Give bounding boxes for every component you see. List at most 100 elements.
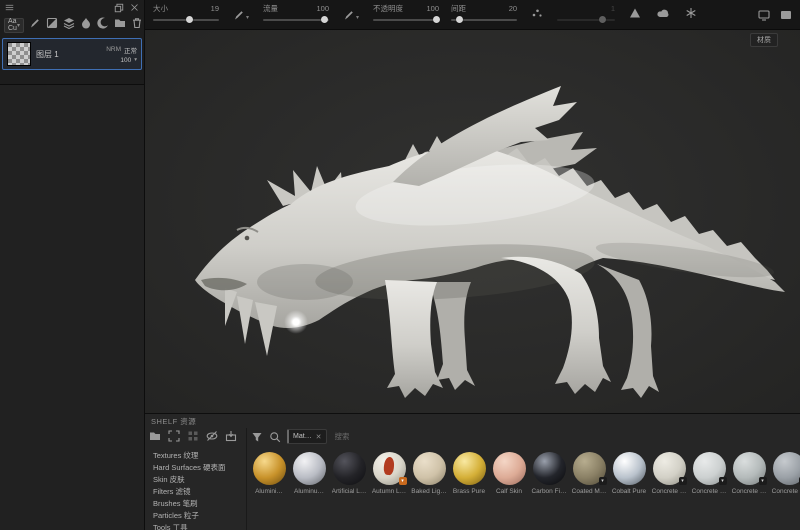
scatter-dots-button[interactable] xyxy=(529,4,545,26)
param-slider[interactable] xyxy=(557,16,616,24)
panel-icon[interactable] xyxy=(780,9,792,21)
param-slider[interactable] xyxy=(451,16,518,24)
layer-thumbnail[interactable] xyxy=(7,42,31,66)
material-item[interactable]: ▾ Coated M… xyxy=(569,452,609,495)
category-filters[interactable]: Filters 滤镜 xyxy=(153,487,226,498)
material-item[interactable]: Cobalt Pure xyxy=(609,452,649,495)
material-name: Concrete … xyxy=(651,488,687,495)
material-name: Concrete … xyxy=(691,488,727,495)
menu-icon[interactable] xyxy=(5,3,14,12)
material-item[interactable]: Artificial L… xyxy=(329,452,369,495)
search-icon[interactable] xyxy=(269,431,281,443)
material-thumbnail[interactable]: ▾ xyxy=(692,452,727,485)
category-textures[interactable]: Textures 纹理 xyxy=(153,451,226,462)
layers-button[interactable] xyxy=(63,16,75,34)
material-thumbnail[interactable] xyxy=(252,452,286,485)
material-thumbnail[interactable] xyxy=(492,452,526,485)
pen-button[interactable] xyxy=(29,16,41,34)
eye-slash-icon[interactable] xyxy=(206,430,218,442)
material-item[interactable]: ▾ Concrete … xyxy=(769,452,800,495)
folder-button[interactable] xyxy=(114,16,126,34)
warning-triangle-button[interactable] xyxy=(627,4,643,26)
pressure-pen-button[interactable]: ▾ xyxy=(231,7,251,23)
dragon-model[interactable] xyxy=(145,30,800,413)
moon-icon xyxy=(97,17,109,29)
slider-handle[interactable] xyxy=(455,16,463,23)
warning-triangle-icon xyxy=(629,7,641,19)
material-thumbnail[interactable]: ▾ xyxy=(372,452,407,485)
search-input[interactable] xyxy=(332,431,407,442)
funnel-icon[interactable] xyxy=(251,431,263,443)
mask-button[interactable] xyxy=(46,16,58,34)
material-thumbnail[interactable] xyxy=(292,452,326,485)
material-item[interactable]: Carbon Fi… xyxy=(529,452,569,495)
grid-icon[interactable] xyxy=(187,430,199,442)
category-hard-surfaces[interactable]: Hard Surfaces 硬表面 xyxy=(153,463,226,474)
material-thumbnail[interactable]: ▾ xyxy=(652,452,687,485)
chip-close-icon[interactable]: ✕ xyxy=(316,433,322,441)
param-slider[interactable] xyxy=(373,16,441,24)
view-mode-button[interactable]: 材质 xyxy=(750,33,778,47)
moon-button[interactable] xyxy=(97,16,109,34)
material-item[interactable]: Alumini… xyxy=(249,452,289,495)
layer-row[interactable]: 图层 1 NRM 正常 100 ▾ xyxy=(2,38,142,70)
trash-button[interactable] xyxy=(131,16,143,34)
material-item[interactable]: ▾ Autumn L… xyxy=(369,452,409,495)
folder-icon[interactable] xyxy=(149,430,161,442)
cloud-button[interactable] xyxy=(655,4,671,26)
material-item[interactable]: ▾ Concrete … xyxy=(729,452,769,495)
trash-icon xyxy=(131,17,143,29)
layers-toolbar: Aa Cu ▾ xyxy=(0,15,144,35)
layer-mode-dropdown[interactable]: Aa Cu ▾ xyxy=(4,17,24,33)
param-slider[interactable] xyxy=(263,16,330,24)
material-item[interactable]: Brass Pure xyxy=(449,452,489,495)
droplet-button[interactable] xyxy=(80,16,92,34)
close-panel-icon[interactable] xyxy=(130,3,139,12)
brush-cursor[interactable] xyxy=(284,310,308,334)
toolbar-param-流量: 流量 100 xyxy=(263,5,330,24)
slider-handle[interactable] xyxy=(186,16,194,23)
material-item[interactable]: Aluminu… xyxy=(289,452,329,495)
material-thumbnail[interactable] xyxy=(532,452,566,485)
material-item[interactable]: Baked Lig… xyxy=(409,452,449,495)
shelf-search-row: Mat… ✕ xyxy=(251,429,407,444)
material-item[interactable]: ▾ Concrete … xyxy=(649,452,689,495)
category-tools[interactable]: Tools 工具 xyxy=(153,523,226,530)
layer-opacity[interactable]: 100 ▾ xyxy=(120,57,137,64)
category-particles[interactable]: Particles 粒子 xyxy=(153,511,226,522)
material-name: Concrete … xyxy=(731,488,767,495)
material-thumbnail[interactable]: ▾ xyxy=(772,452,800,485)
param-slider[interactable] xyxy=(153,16,219,24)
category-skin[interactable]: Skin 皮肤 xyxy=(153,475,226,486)
pen-icon xyxy=(343,9,355,21)
import-icon[interactable] xyxy=(225,430,237,442)
layer-mode-label: Aa Cu xyxy=(8,18,17,32)
snowflake-button[interactable] xyxy=(683,4,699,26)
material-name: Aluminu… xyxy=(294,488,324,495)
pressure-pen-button[interactable]: ▾ xyxy=(341,7,361,23)
pen-icon xyxy=(29,17,41,29)
layer-blend-mode[interactable]: NRM 正常 xyxy=(106,45,137,55)
slider-handle[interactable] xyxy=(599,16,607,23)
material-thumbnail[interactable]: ▾ xyxy=(732,452,767,485)
float-panel-icon[interactable] xyxy=(114,3,124,13)
folder-icon xyxy=(114,17,126,29)
slider-handle[interactable] xyxy=(433,16,441,23)
layer-name: 图层 1 xyxy=(36,49,59,59)
material-item[interactable]: ▾ Concrete … xyxy=(689,452,729,495)
chevron-down-icon: ▾ xyxy=(16,22,20,29)
material-thumbnail[interactable] xyxy=(412,452,446,485)
material-thumbnail[interactable] xyxy=(452,452,486,485)
param-value: 20 xyxy=(508,4,518,13)
viewport-3d[interactable]: 材质 xyxy=(145,30,800,413)
expand-icon[interactable] xyxy=(168,430,180,442)
param-value: 19 xyxy=(210,4,219,13)
category-brushes[interactable]: Brushes 笔刷 xyxy=(153,499,226,510)
search-filter-chip[interactable]: Mat… ✕ xyxy=(287,429,327,444)
slider-handle[interactable] xyxy=(321,16,329,23)
material-thumbnail[interactable]: ▾ xyxy=(572,452,607,485)
material-thumbnail[interactable] xyxy=(612,452,646,485)
material-thumbnail[interactable] xyxy=(332,452,366,485)
material-item[interactable]: Calf Skin xyxy=(489,452,529,495)
display-icon[interactable] xyxy=(758,9,770,21)
